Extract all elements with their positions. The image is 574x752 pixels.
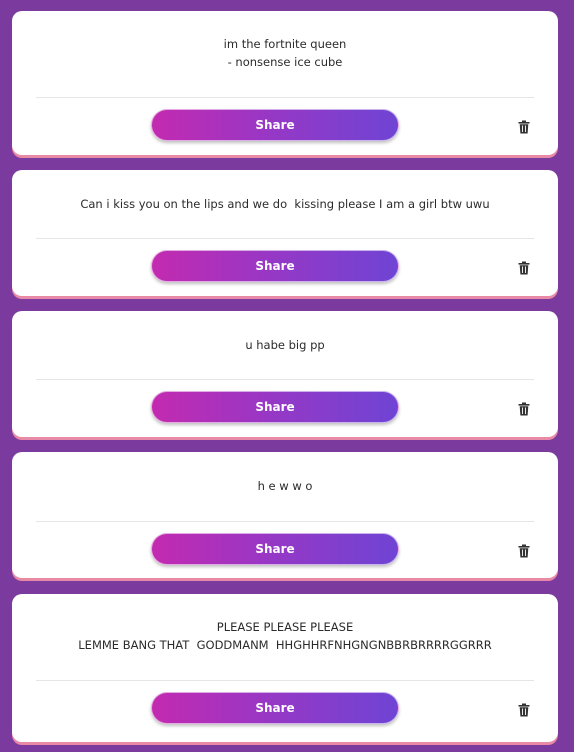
- share-button[interactable]: Share: [151, 250, 399, 282]
- message-text: PLEASE PLEASE PLEASE LEMME BANG THAT GOD…: [78, 620, 492, 652]
- trash-icon[interactable]: [517, 120, 531, 134]
- share-button[interactable]: Share: [151, 391, 399, 423]
- trash-icon[interactable]: [517, 261, 531, 275]
- message-card: Can i kiss you on the lips and we do kis…: [12, 170, 558, 296]
- card-divider: [36, 680, 534, 681]
- trash-icon[interactable]: [517, 402, 531, 416]
- message-text: Can i kiss you on the lips and we do kis…: [80, 197, 490, 211]
- trash-icon[interactable]: [517, 544, 531, 558]
- share-button[interactable]: Share: [151, 533, 399, 565]
- share-button[interactable]: Share: [151, 109, 399, 141]
- message-card: u habe big pp Share: [12, 311, 558, 437]
- card-divider: [36, 238, 534, 239]
- message-text: h e w w o: [257, 479, 313, 493]
- message-card: h e w w o Share: [12, 452, 558, 578]
- message-text: u habe big pp: [245, 338, 325, 352]
- card-divider: [36, 521, 534, 522]
- card-divider: [36, 379, 534, 380]
- message-card: PLEASE PLEASE PLEASE LEMME BANG THAT GOD…: [12, 594, 558, 742]
- message-text: im the fortnite queen - nonsense ice cub…: [223, 37, 347, 69]
- message-card: im the fortnite queen - nonsense ice cub…: [12, 11, 558, 155]
- share-button[interactable]: Share: [151, 692, 399, 724]
- card-divider: [36, 97, 534, 98]
- trash-icon[interactable]: [517, 703, 531, 717]
